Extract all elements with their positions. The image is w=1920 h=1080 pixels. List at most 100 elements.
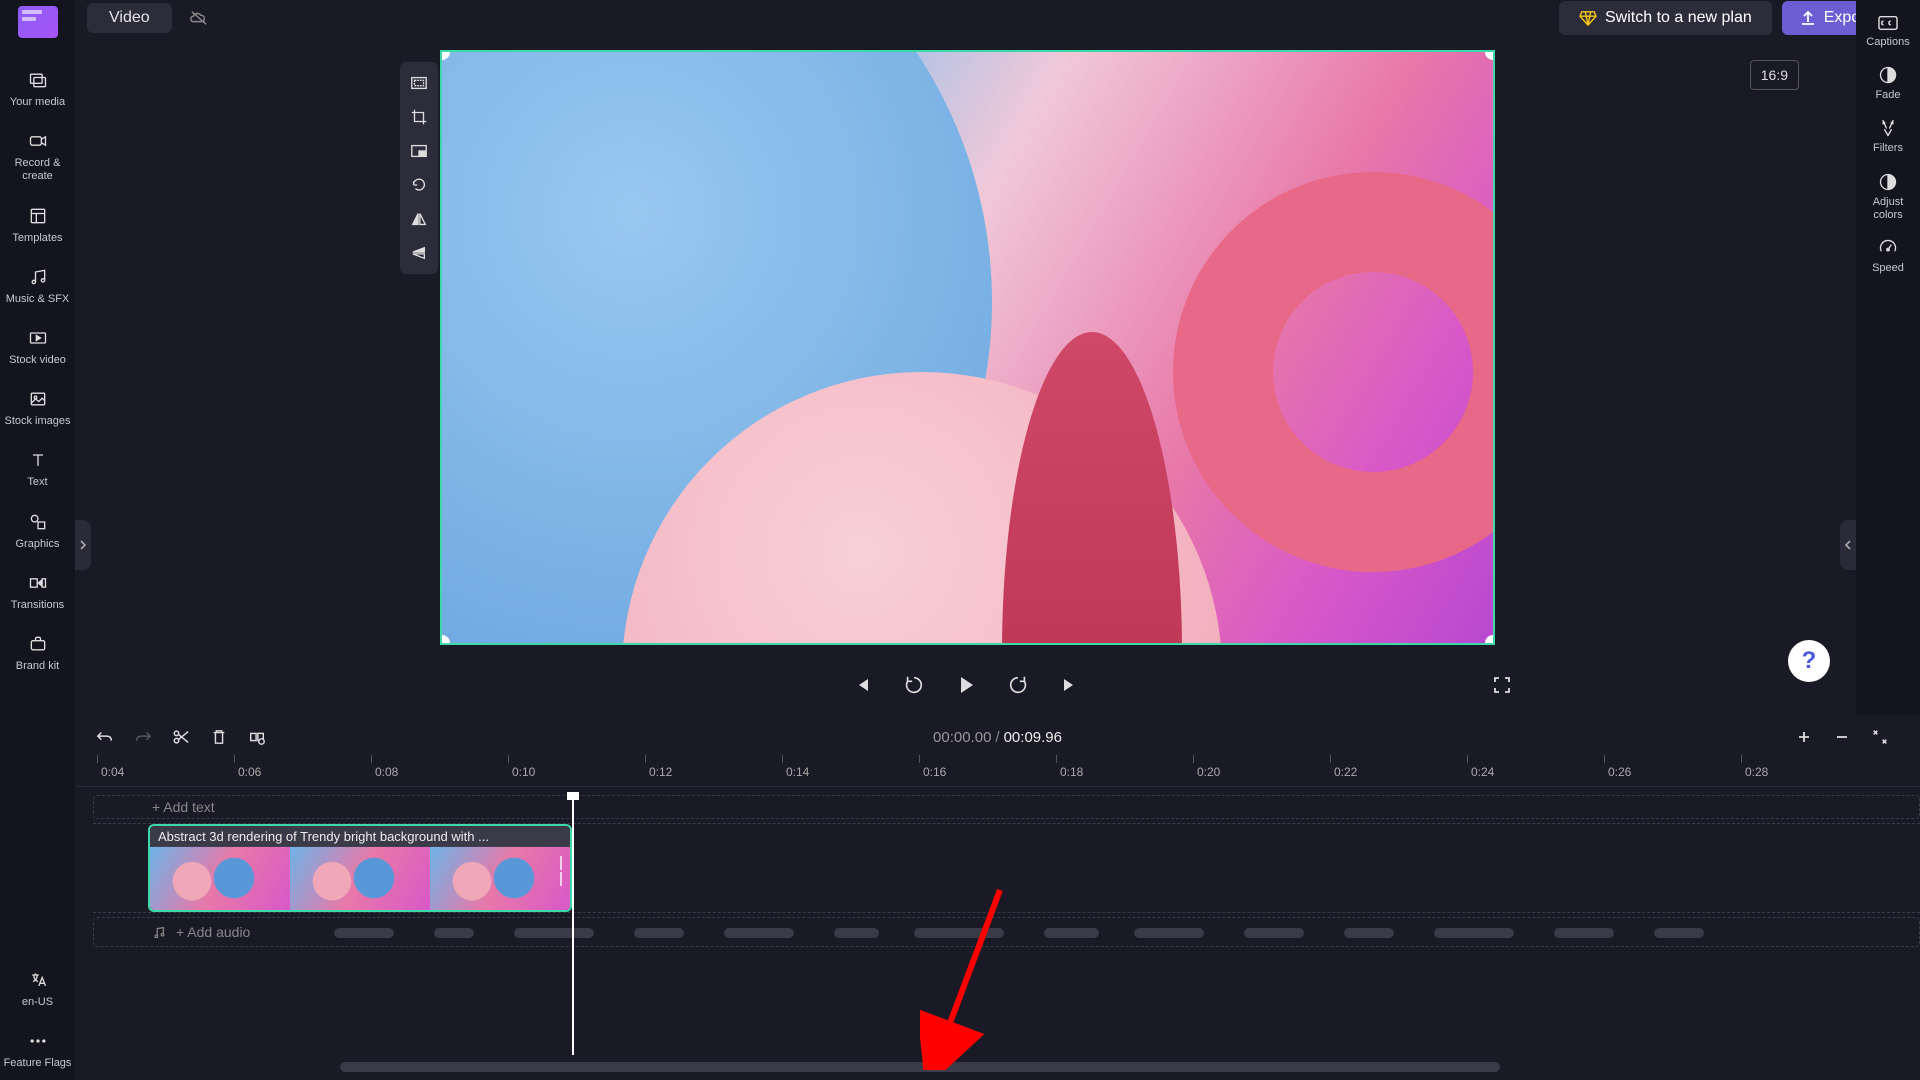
timeline-area: 00:00.00/00:09.96 0:04 0:06 0:08 0:10 0:…: [75, 715, 1920, 1080]
top-bar: Video Switch to a new plan Export: [75, 0, 1920, 36]
sidebar-item-music[interactable]: Music & SFX: [3, 255, 73, 316]
label: Feature Flags: [4, 1057, 72, 1070]
pip-icon: [410, 143, 428, 159]
crop-tool[interactable]: [400, 100, 438, 134]
skip-end-button[interactable]: [1056, 671, 1084, 699]
label: Stock video: [9, 354, 66, 367]
fit-tool[interactable]: [400, 66, 438, 100]
sidebar-item-stock-video[interactable]: Stock video: [3, 316, 73, 377]
sidebar-item-stock-images[interactable]: Stock images: [3, 377, 73, 438]
fullscreen-icon: [1492, 675, 1512, 695]
language-icon: [26, 968, 50, 992]
ruler-tick: 0:14: [786, 765, 809, 779]
app-logo[interactable]: [18, 6, 58, 38]
ruler-tick: 0:10: [512, 765, 535, 779]
switch-plan-label: Switch to a new plan: [1605, 9, 1752, 27]
record-icon: [26, 129, 50, 153]
preview-canvas[interactable]: [440, 50, 1495, 645]
right-item-adjust-colors[interactable]: Adjust colors: [1858, 164, 1918, 230]
stock-images-icon: [26, 387, 50, 411]
redo-button[interactable]: [133, 727, 153, 747]
label: Templates: [12, 232, 62, 245]
right-item-fade[interactable]: Fade: [1858, 57, 1918, 110]
zoom-fit-button[interactable]: [1870, 727, 1890, 747]
switch-plan-button[interactable]: Switch to a new plan: [1559, 1, 1772, 35]
right-item-filters[interactable]: Filters: [1858, 110, 1918, 163]
time-display: 00:00.00/00:09.96: [933, 729, 1062, 746]
resize-handle-tr[interactable]: [1485, 50, 1495, 60]
audio-track[interactable]: + Add audio: [93, 917, 1920, 947]
right-item-captions[interactable]: Captions: [1858, 6, 1918, 57]
label: Text: [27, 476, 47, 489]
label: Stock images: [4, 415, 70, 428]
sidebar-item-feature-flags[interactable]: Feature Flags: [3, 1019, 73, 1080]
play-button[interactable]: [952, 671, 980, 699]
chevron-left-icon: [1844, 539, 1852, 551]
fullscreen-button[interactable]: [1488, 671, 1516, 699]
label: Filters: [1873, 142, 1903, 155]
ruler-tick: 0:08: [375, 765, 398, 779]
zoom-in-button[interactable]: [1794, 727, 1814, 747]
ruler-tick: 0:18: [1060, 765, 1083, 779]
text-icon: [26, 448, 50, 472]
sidebar-item-graphics[interactable]: Graphics: [3, 500, 73, 561]
diamond-icon: [1579, 10, 1597, 26]
sidebar-item-text[interactable]: Text: [3, 438, 73, 499]
sidebar-item-transitions[interactable]: Transitions: [3, 561, 73, 622]
sidebar-item-templates[interactable]: Templates: [3, 194, 73, 255]
cut-button[interactable]: [171, 727, 191, 747]
label: Music & SFX: [6, 293, 70, 306]
playhead[interactable]: [572, 795, 574, 1055]
delete-button[interactable]: [209, 727, 229, 747]
label: Record & create: [3, 157, 73, 183]
flip-h-tool[interactable]: [400, 202, 438, 236]
ruler-tick: 0:12: [649, 765, 672, 779]
fit-icon: [410, 75, 428, 91]
right-item-speed[interactable]: Speed: [1858, 230, 1918, 283]
clip-trim-handle[interactable]: [560, 854, 568, 888]
add-text-label: + Add text: [152, 799, 215, 815]
ruler-tick: 0:28: [1745, 765, 1768, 779]
adjust-icon: [1878, 172, 1898, 192]
resize-handle-br[interactable]: [1485, 635, 1495, 645]
undo-button[interactable]: [95, 727, 115, 747]
video-clip[interactable]: Abstract 3d rendering of Trendy bright b…: [148, 824, 572, 912]
templates-icon: [26, 204, 50, 228]
crop-icon: [410, 108, 428, 126]
scissors-icon: [172, 728, 190, 746]
timeline-ruler[interactable]: 0:04 0:06 0:08 0:10 0:12 0:14 0:16 0:18 …: [75, 759, 1920, 787]
skip-start-button[interactable]: [848, 671, 876, 699]
split-button[interactable]: [247, 727, 267, 747]
forward-button[interactable]: [1004, 671, 1032, 699]
video-track[interactable]: Abstract 3d rendering of Trendy bright b…: [93, 823, 1920, 913]
project-title[interactable]: Video: [87, 3, 172, 33]
captions-icon: [1877, 14, 1899, 32]
music-note-icon: [152, 925, 166, 939]
minus-icon: [1834, 729, 1850, 745]
more-icon: [26, 1029, 50, 1053]
sidebar-item-language[interactable]: en-US: [3, 958, 73, 1019]
media-icon: [26, 68, 50, 92]
sidebar-item-brand-kit[interactable]: Brand kit: [3, 622, 73, 683]
sidebar-item-your-media[interactable]: Your media: [3, 58, 73, 119]
aspect-ratio-badge[interactable]: 16:9: [1750, 60, 1799, 90]
chevron-right-icon: [79, 539, 87, 551]
sidebar-item-record[interactable]: Record & create: [3, 119, 73, 193]
trash-icon: [211, 728, 227, 746]
clip-title: Abstract 3d rendering of Trendy bright b…: [150, 826, 570, 847]
zoom-out-button[interactable]: [1832, 727, 1852, 747]
label: Your media: [10, 96, 65, 109]
right-collapse-button[interactable]: [1840, 520, 1856, 570]
flip-v-tool[interactable]: [400, 236, 438, 270]
cloud-off-icon[interactable]: [188, 9, 210, 27]
text-track[interactable]: + Add text: [93, 795, 1920, 819]
pip-tool[interactable]: [400, 134, 438, 168]
skip-end-icon: [1060, 675, 1080, 695]
rewind-button[interactable]: [900, 671, 928, 699]
rewind-icon: [903, 674, 925, 696]
timeline-scrollbar[interactable]: [340, 1062, 1500, 1072]
left-sidebar: Your media Record & create Templates Mus…: [0, 0, 75, 1080]
rotate-tool[interactable]: [400, 168, 438, 202]
help-button[interactable]: ?: [1788, 640, 1830, 682]
sidebar-expand-button[interactable]: [75, 520, 91, 570]
